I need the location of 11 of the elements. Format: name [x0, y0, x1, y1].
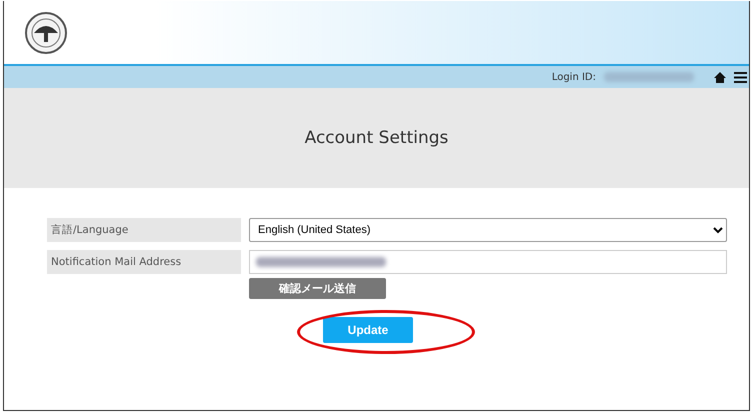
field-label: 言語/Language [47, 218, 241, 242]
field-label: Notification Mail Address [47, 250, 241, 274]
menu-icon[interactable] [734, 72, 747, 82]
login-id-label: Login ID: [552, 72, 596, 82]
email-field[interactable] [249, 250, 727, 274]
seal-logo [24, 10, 68, 54]
update-button[interactable]: Update [323, 317, 413, 343]
language-select[interactable]: English (United States) [249, 218, 727, 242]
page-title: Account Settings [304, 128, 448, 148]
home-icon[interactable] [714, 72, 726, 82]
send-confirmation-button[interactable]: 確認メール送信 [249, 278, 386, 299]
